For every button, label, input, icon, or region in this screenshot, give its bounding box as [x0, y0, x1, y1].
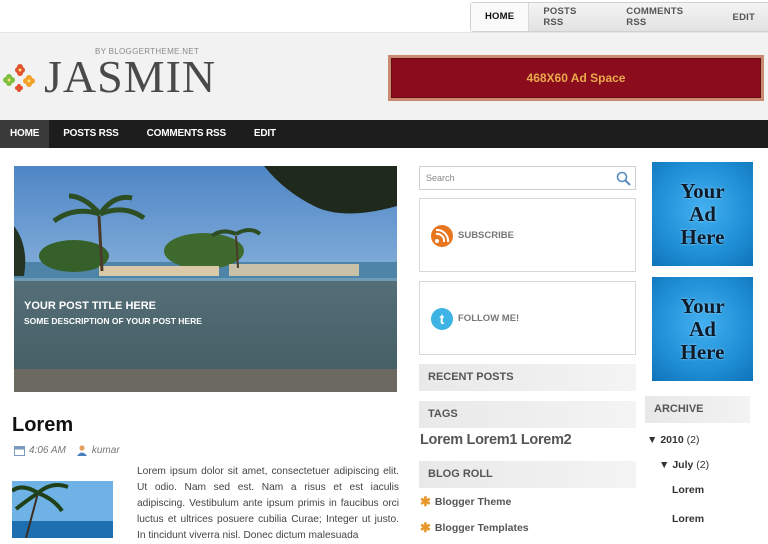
follow-label: FOLLOW ME!	[458, 313, 520, 324]
recent-posts-title: RECENT POSTS	[419, 364, 636, 391]
top-nav-posts-rss[interactable]: POSTS RSS	[529, 6, 612, 28]
ad-text-line: Here	[680, 339, 725, 364]
svg-text:t: t	[440, 311, 445, 327]
search-placeholder: Search	[426, 173, 455, 183]
ad-box-1[interactable]: Your Ad Here	[652, 162, 753, 266]
subscribe-box[interactable]: SUBSCRIBE	[419, 198, 636, 272]
ad-box-2[interactable]: Your Ad Here	[652, 277, 753, 381]
top-nav-comments-rss[interactable]: COMMENTS RSS	[612, 6, 718, 28]
post-thumbnail-image	[12, 481, 113, 538]
flower-logo-icon	[3, 64, 35, 92]
post-thumbnail[interactable]	[12, 481, 113, 538]
subscribe-label: SUBSCRIBE	[458, 230, 514, 241]
slide-footer-bar	[14, 369, 397, 392]
main-nav-posts-rss[interactable]: POSTS RSS	[49, 120, 132, 148]
blogroll-link[interactable]: Blogger Theme	[435, 496, 511, 508]
post-excerpt: Lorem ipsum dolor sit amet, consectetuer…	[137, 466, 399, 541]
post-title[interactable]: Lorem	[12, 414, 73, 437]
post-author[interactable]: kumar	[92, 445, 120, 456]
archive-month-count: (2)	[696, 459, 710, 471]
archive-month-label[interactable]: July	[672, 459, 693, 471]
top-nav-home[interactable]: HOME	[471, 3, 530, 31]
post-meta: 4:06 AM kumar	[14, 444, 120, 456]
ad-text-line: Your	[680, 178, 725, 203]
main-nav: HOME POSTS RSS COMMENTS RSS EDIT	[0, 120, 768, 148]
ad-text-line: Here	[680, 224, 725, 249]
main-nav-comments-rss[interactable]: COMMENTS RSS	[133, 120, 240, 148]
calendar-icon	[14, 445, 25, 456]
star-icon: ✱	[420, 520, 431, 535]
follow-box[interactable]: t FOLLOW ME!	[419, 281, 636, 355]
star-icon: ✱	[420, 494, 431, 509]
header-ad-banner[interactable]: 468X60 Ad Space	[388, 55, 764, 101]
archive-post-link[interactable]: Lorem	[672, 513, 704, 525]
main-nav-edit[interactable]: EDIT	[240, 120, 290, 148]
search-input[interactable]: Search	[419, 166, 636, 190]
ad-text-line: Ad	[689, 316, 716, 341]
blogroll-item[interactable]: ✱ Blogger Theme	[420, 494, 511, 509]
post-time: 4:06 AM	[29, 444, 66, 456]
rss-bird-icon	[431, 225, 453, 247]
archive-title: ARCHIVE	[645, 396, 750, 423]
site-logo[interactable]: JASMIN	[44, 52, 216, 102]
twitter-bird-icon: t	[431, 308, 453, 330]
top-nav: HOME POSTS RSS COMMENTS RSS EDIT	[470, 2, 768, 32]
ad-text-line: Ad	[689, 201, 716, 226]
user-icon	[76, 445, 87, 456]
featured-slider[interactable]: YOUR POST TITLE HERE SOME DESCRIPTION OF…	[14, 166, 397, 392]
tags-title: TAGS	[419, 401, 636, 428]
archive-post-link[interactable]: Lorem	[672, 484, 704, 496]
blogroll-link[interactable]: Blogger Templates	[435, 522, 529, 534]
archive-month[interactable]: ▼ July (2)	[659, 459, 709, 471]
ad-text-line: Your	[680, 293, 725, 318]
expand-triangle-icon[interactable]: ▼	[647, 434, 657, 446]
main-nav-home[interactable]: HOME	[0, 120, 50, 148]
top-nav-edit[interactable]: EDIT	[719, 12, 768, 23]
blogroll-item[interactable]: ✱ Blogger Templates	[420, 520, 529, 535]
slide-description: SOME DESCRIPTION OF YOUR POST HERE	[24, 316, 202, 326]
archive-year-label[interactable]: 2010	[660, 434, 683, 446]
archive-year-count: (2)	[686, 434, 700, 446]
blogroll-title: BLOG ROLL	[419, 461, 636, 488]
expand-triangle-icon[interactable]: ▼	[659, 459, 669, 471]
search-icon[interactable]	[616, 171, 631, 186]
archive-year[interactable]: ▼ 2010 (2)	[647, 434, 699, 446]
slide-title[interactable]: YOUR POST TITLE HERE	[24, 300, 156, 312]
ad-banner-label: 468X60 Ad Space	[391, 58, 761, 98]
tag-cloud[interactable]: Lorem Lorem1 Lorem2	[420, 432, 572, 448]
